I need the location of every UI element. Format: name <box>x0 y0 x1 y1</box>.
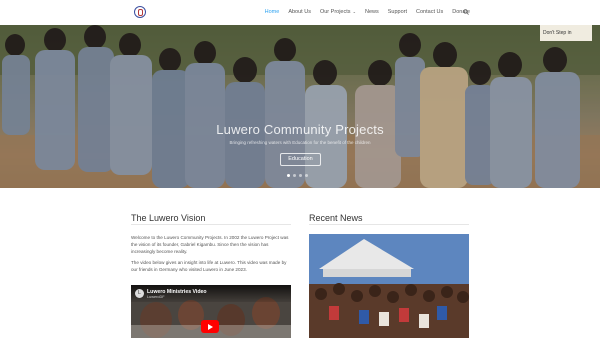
hero-slider: Don't Step in Luwero Community Projects … <box>0 25 600 188</box>
site-header: Home About Us Our Projects ⌄ News Suppor… <box>0 0 600 25</box>
search-icon[interactable] <box>463 9 469 15</box>
nav-home[interactable]: Home <box>265 9 280 15</box>
site-logo[interactable] <box>134 6 146 18</box>
video-channel[interactable]: LuweroDF <box>147 295 165 299</box>
nav-news[interactable]: News <box>365 9 379 15</box>
slider-dot[interactable] <box>299 174 302 177</box>
video-header: L Luwero Ministries Video LuweroDF <box>131 285 291 302</box>
slider-dot[interactable] <box>287 174 290 177</box>
nav-support[interactable]: Support <box>388 9 407 15</box>
hero-title: Luwero Community Projects <box>216 122 384 137</box>
vision-paragraph: Welcome to the Luwero Community Projects… <box>131 235 289 254</box>
nav-contact-us[interactable]: Contact Us <box>416 9 443 15</box>
youtube-video-embed[interactable]: L Luwero Ministries Video LuweroDF <box>131 285 291 338</box>
news-divider <box>309 224 469 225</box>
youtube-play-icon[interactable] <box>201 320 219 333</box>
education-button[interactable]: Education <box>280 153 321 166</box>
hero-sign: Don't Step in <box>540 25 592 41</box>
vision-heading: The Luwero Vision <box>131 213 206 223</box>
slider-dot[interactable] <box>293 174 296 177</box>
nav-our-projects[interactable]: Our Projects ⌄ <box>320 9 356 15</box>
nav-our-projects-label: Our Projects <box>319 9 351 15</box>
slider-dots <box>287 174 308 177</box>
news-featured-image[interactable] <box>309 234 469 338</box>
vision-divider <box>131 224 291 225</box>
chevron-down-icon: ⌄ <box>351 9 356 14</box>
news-photo <box>309 234 469 338</box>
news-heading: Recent News <box>309 213 363 223</box>
nav-about-us[interactable]: About Us <box>288 9 311 15</box>
hero-subtitle: Bringing refreshing waters with Educatio… <box>229 140 371 145</box>
vision-paragraph: The video below gives an insight into li… <box>131 260 287 272</box>
main-nav: Home About Us Our Projects ⌄ News Suppor… <box>256 9 470 15</box>
vision-text: Welcome to the Luwero Community Projects… <box>131 234 293 277</box>
slider-dot[interactable] <box>305 174 308 177</box>
channel-avatar[interactable]: L <box>135 289 144 298</box>
